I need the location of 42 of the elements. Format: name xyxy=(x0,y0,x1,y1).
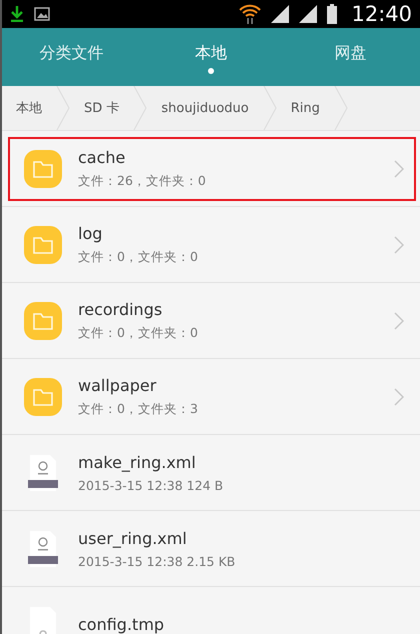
download-icon xyxy=(10,6,24,22)
chevron-right-icon xyxy=(394,388,404,406)
file-name: cache xyxy=(78,148,126,166)
file-name: make_ring.xml xyxy=(78,452,197,472)
file-list-item[interactable]: wallpaper 文件：0，文件夹：3 xyxy=(2,359,420,435)
folder-icon xyxy=(24,302,62,340)
battery-icon xyxy=(327,4,338,24)
chevron-right-icon xyxy=(394,160,404,178)
breadcrumb-item[interactable]: 本地 xyxy=(2,86,42,130)
signal-icon xyxy=(299,5,318,23)
file-details: 文件：0，文件夹：0 xyxy=(78,324,199,342)
folder-icon xyxy=(24,378,62,416)
signal-icon xyxy=(271,5,290,23)
image-icon xyxy=(34,7,50,21)
file-list-item[interactable]: config.tmp xyxy=(2,587,420,634)
xml-file-icon xyxy=(28,530,58,566)
file-list-item[interactable]: user_ring.xml 2015-3-15 12:38 2.15 KB xyxy=(2,511,420,587)
chevron-right-icon xyxy=(394,312,404,330)
file-name: user_ring.xml xyxy=(78,528,188,548)
file-details: 文件：0，文件夹：3 xyxy=(78,400,199,418)
wifi-icon xyxy=(239,4,262,24)
breadcrumb-item[interactable]: Ring xyxy=(276,86,320,130)
file-name: config.tmp xyxy=(78,615,166,634)
file-list-item[interactable]: log 文件：0，文件夹：0 xyxy=(2,207,420,283)
breadcrumb-item[interactable]: shoujiduoduo xyxy=(147,86,249,130)
chevron-right-icon xyxy=(394,236,404,254)
file-list-item[interactable]: recordings 文件：0，文件夹：0 xyxy=(2,283,420,359)
breadcrumb-item[interactable]: SD 卡 xyxy=(70,86,120,130)
file-name: wallpaper xyxy=(78,376,158,394)
clock-time: 12:40 xyxy=(351,2,412,26)
file-name: log xyxy=(78,224,104,242)
file-name: recordings xyxy=(78,300,164,318)
file-details: 2015-3-15 12:38 124 B xyxy=(78,478,224,492)
xml-file-icon xyxy=(28,454,58,490)
file-list-item[interactable]: cache 文件：26，文件夹：0 xyxy=(2,131,420,207)
folder-icon xyxy=(24,150,62,188)
file-list-item[interactable]: make_ring.xml 2015-3-15 12:38 124 B xyxy=(2,435,420,511)
folder-icon xyxy=(24,226,62,264)
tab[interactable]: 本地 xyxy=(141,28,281,86)
file-details: 文件：0，文件夹：0 xyxy=(78,248,199,266)
file-details: 文件：26，文件夹：0 xyxy=(78,172,207,190)
file-details: 2015-3-15 12:38 2.15 KB xyxy=(78,554,236,568)
